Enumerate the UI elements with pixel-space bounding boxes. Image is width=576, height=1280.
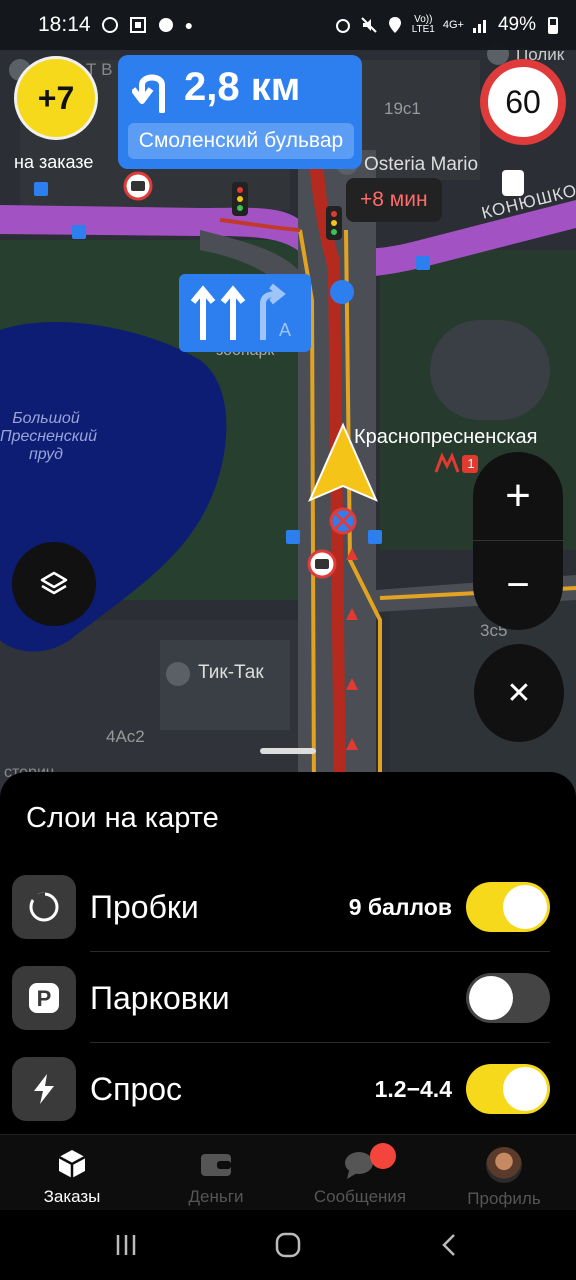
tab-label: Профиль: [467, 1189, 541, 1208]
map-label-venue: Osteria Mario: [364, 154, 479, 175]
recent-apps-icon: [116, 1235, 136, 1255]
map-label-building: 4Ас2: [106, 727, 145, 746]
close-layers-button[interactable]: ✕: [474, 644, 564, 742]
layer-row-demand[interactable]: Спрос 1.2−4.4: [0, 1044, 576, 1134]
zoom-in-button[interactable]: +: [473, 452, 563, 540]
maneuver-card[interactable]: 2,8 км Смоленский бульвар: [118, 55, 362, 169]
sheet-drag-handle[interactable]: [260, 748, 316, 754]
row-divider: [90, 1042, 550, 1043]
layer-label: Пробки: [90, 889, 199, 925]
lane-guidance: A: [179, 274, 311, 352]
volte-indicator: Vo)) LTE1: [412, 15, 435, 35]
layer-row-traffic[interactable]: Пробки 9 баллов: [0, 862, 576, 952]
u-turn-icon: [132, 74, 165, 113]
mute-icon: [360, 17, 377, 33]
row-divider: [90, 951, 550, 952]
tab-money[interactable]: Деньги: [144, 1135, 288, 1211]
layer-value: 9 баллов: [348, 894, 452, 920]
map-label-metro: Краснопресненская: [354, 426, 538, 448]
parking-icon: P: [12, 966, 76, 1030]
toggle-knob: [469, 976, 513, 1020]
zoom-controls: + −: [473, 452, 563, 630]
lane-arrows-icon: [190, 283, 286, 340]
qr-icon: [129, 17, 146, 33]
layer-row-parking[interactable]: P Парковки: [0, 953, 576, 1043]
tab-label: Сообщения: [313, 1187, 407, 1206]
lane-label: A: [279, 320, 292, 340]
traffic-delay-value: +8 мин: [360, 188, 428, 211]
home-button[interactable]: [268, 1230, 308, 1260]
location-icon: [388, 17, 401, 33]
maneuver-distance: 2,8 км: [184, 65, 301, 109]
status-bar: 18:14 ● Vo)) LTE1 4G+ 49%: [0, 0, 576, 50]
layer-value: 1.2−4.4: [374, 1076, 452, 1102]
parking-toggle[interactable]: [466, 973, 550, 1023]
layers-icon: [40, 571, 68, 595]
battery-percent: 49%: [497, 14, 536, 35]
back-button[interactable]: [430, 1230, 470, 1260]
orders-count: +7: [37, 79, 75, 116]
close-icon: ✕: [506, 676, 532, 710]
map-layers-button[interactable]: [12, 542, 96, 626]
zoom-out-button[interactable]: −: [473, 541, 563, 629]
wallet-icon: [201, 1154, 231, 1176]
cube-icon: [58, 1150, 86, 1178]
tab-messages[interactable]: Сообщения: [288, 1135, 432, 1211]
home-icon: [275, 1232, 301, 1258]
map-label-pond-line: Пресненский: [0, 428, 98, 445]
back-icon: [442, 1234, 455, 1256]
traffic-toggle[interactable]: [466, 882, 550, 932]
zoom-out-icon: −: [506, 562, 530, 607]
whatsapp-icon: [101, 17, 118, 33]
orders-caption: на заказе: [14, 152, 94, 172]
bottom-tab-bar: Заказы Деньги Сообщения Профиль: [0, 1134, 576, 1210]
lightning-icon: [12, 1057, 76, 1121]
toggle-knob: [503, 885, 547, 929]
sheet-title: Слои на карте: [26, 802, 219, 834]
zoom-in-icon: +: [505, 471, 531, 520]
notification-dot: [370, 1143, 396, 1169]
traffic-delay-label: +8 мин: [346, 178, 442, 222]
recent-apps-button[interactable]: [106, 1230, 146, 1260]
map-label-pond: Большой Пресненский пруд: [0, 410, 98, 464]
layer-label: Спрос: [90, 1071, 183, 1107]
layer-label: Парковки: [90, 980, 230, 1016]
system-navigation-bar: [0, 1210, 576, 1280]
map-label-pond-line: пруд: [28, 446, 63, 463]
network-generation: 4G+: [442, 19, 464, 31]
maneuver-street: Смоленский бульвар: [128, 123, 354, 159]
status-time: 18:14: [38, 13, 91, 36]
map-label-pond-line: Большой: [12, 410, 80, 427]
more-notifications-icon: ●: [184, 17, 194, 33]
map-label-venue: Тик-Так: [198, 662, 264, 683]
toggle-knob: [503, 1067, 547, 1111]
app-notification-icon: [158, 18, 173, 32]
battery-icon: [548, 17, 558, 34]
demand-toggle[interactable]: [466, 1064, 550, 1114]
speed-limit-value: 60: [505, 83, 541, 120]
speed-limit-sign: 60: [480, 59, 566, 145]
tab-label: Деньги: [188, 1187, 244, 1206]
tab-orders[interactable]: Заказы: [0, 1135, 144, 1211]
signal-icon: [472, 20, 486, 33]
map-label-building: 19с1: [384, 99, 421, 118]
layers-sheet: Слои на карте Пробки 9 баллов P Парковки…: [0, 772, 576, 1134]
tab-profile[interactable]: Профиль: [432, 1135, 576, 1211]
svg-text:P: P: [37, 986, 52, 1011]
volte-bottom: LTE1: [411, 24, 435, 35]
tab-label: Заказы: [43, 1187, 101, 1206]
avatar: [486, 1147, 522, 1183]
orders-badge[interactable]: +7: [14, 56, 98, 140]
traffic-icon: [12, 875, 76, 939]
alarm-icon: [335, 19, 350, 33]
